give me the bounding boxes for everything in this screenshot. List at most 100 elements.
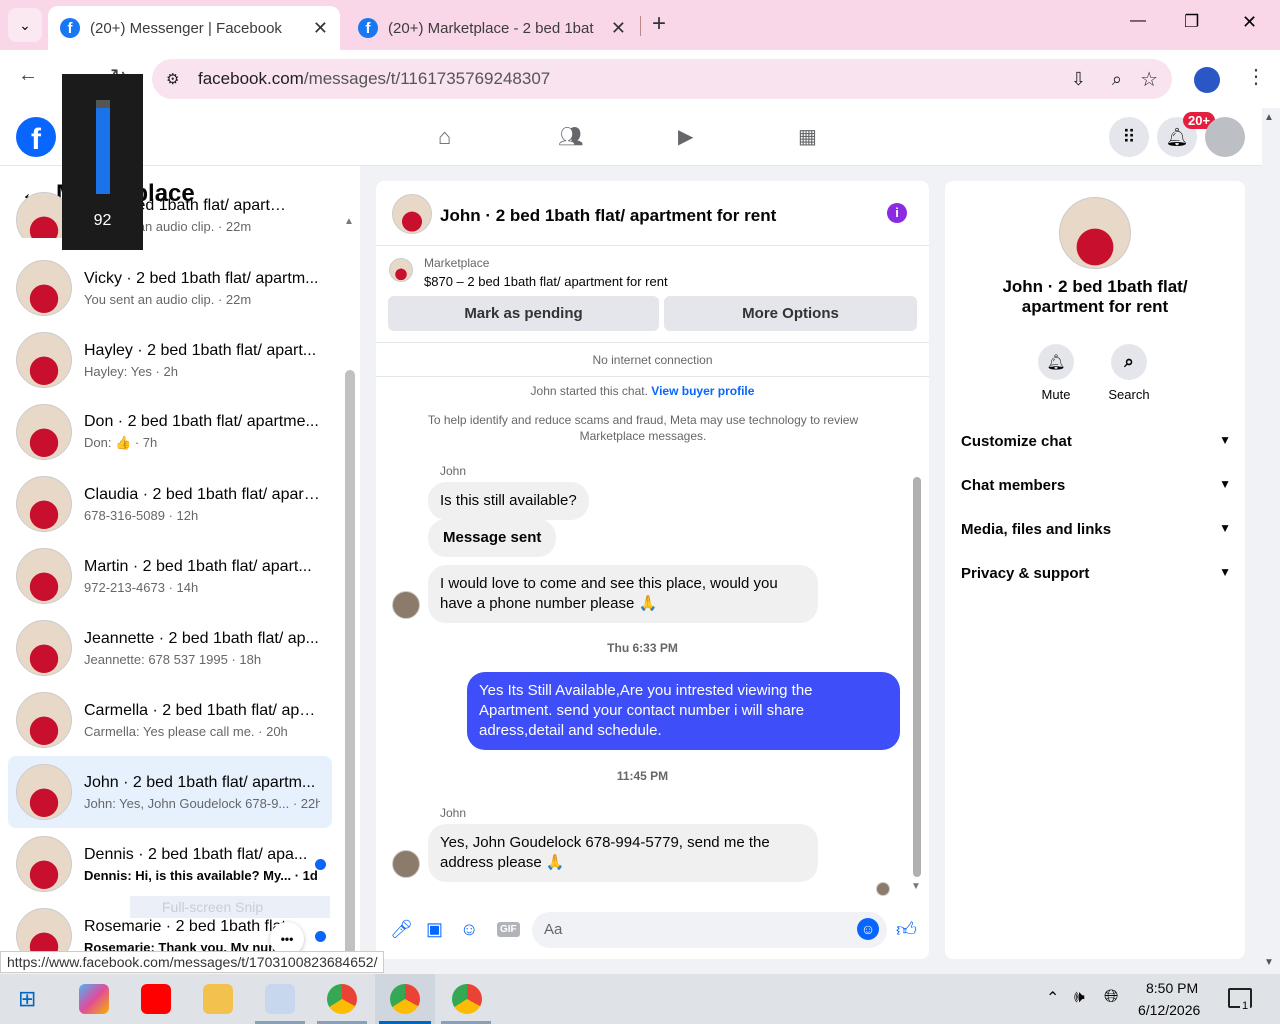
install-app-icon[interactable]: ⇩: [1071, 69, 1086, 90]
mark-pending-button[interactable]: Mark as pending: [388, 296, 659, 331]
tab-messenger[interactable]: f (20+) Messenger | Facebook ✕: [48, 6, 340, 50]
chat-preview: 678-316-5089 · 12h: [84, 507, 199, 523]
avatar: [16, 620, 72, 676]
menu-grid-button[interactable]: ⠿: [1109, 117, 1149, 157]
scroll-up-arrow-icon[interactable]: ▲: [344, 216, 354, 227]
minimize-button[interactable]: —: [1130, 12, 1146, 30]
chat-name: John · 2 bed 1bath flat/ apartm...: [84, 773, 316, 791]
address-bar[interactable]: ⚙ facebook.com/messages/t/11617357692483…: [152, 59, 1172, 99]
page-scrollbar-down[interactable]: ▼: [1264, 957, 1274, 968]
chat-row[interactable]: Martin · 2 bed 1bath flat/ apart... 972-2…: [8, 540, 332, 612]
search-button[interactable]: ⌕: [1111, 344, 1147, 380]
marketplace-icon[interactable]: ▦: [798, 124, 817, 149]
listing-label: Marketplace: [424, 256, 490, 270]
read-receipt-avatar: [876, 882, 890, 896]
photo-icon[interactable]: ▣: [426, 919, 443, 940]
new-tab-button[interactable]: +: [652, 10, 666, 38]
message-input[interactable]: Aa ☺: [532, 912, 887, 948]
tab-search-button[interactable]: ⌄: [8, 8, 42, 42]
section-label: Customize chat: [961, 433, 1072, 450]
chat-name: Vicky · 2 bed 1bath flat/ apartm...: [84, 269, 319, 287]
chat-name: Dennis · 2 bed 1bath flat/ apa...: [84, 845, 308, 863]
volume-track: [96, 100, 110, 194]
facebook-logo-icon[interactable]: f: [16, 117, 56, 157]
bookmark-star-icon[interactable]: ☆: [1140, 67, 1158, 92]
more-options-button[interactable]: More Options: [664, 296, 917, 331]
window-close-button[interactable]: ✕: [1242, 12, 1257, 33]
chat-row[interactable]: Don · 2 bed 1bath flat/ apartme... Don: 👍…: [8, 396, 332, 468]
chrome-icon[interactable]: [452, 984, 482, 1014]
tab-title: (20+) Messenger | Facebook: [90, 19, 282, 37]
profile-extension-icon[interactable]: [1194, 67, 1220, 93]
gif-icon[interactable]: GIF: [497, 922, 520, 937]
message-bubble[interactable]: Is this still available?: [428, 482, 589, 520]
chat-row[interactable]: Vicky · 2 bed 1bath flat/ apartm... You s…: [8, 252, 332, 324]
site-settings-icon[interactable]: ⚙: [166, 70, 179, 88]
avatar: [16, 548, 72, 604]
scrollbar-track[interactable]: ▲: [343, 214, 357, 956]
details-section[interactable]: Chat members ▼: [961, 477, 1231, 494]
speaker-icon[interactable]: 🕪︎: [1074, 987, 1085, 1007]
account-avatar[interactable]: [1205, 117, 1245, 157]
profile-name: John · 2 bed 1bath flat/ apartment for r…: [1002, 277, 1188, 316]
scrollbar-thumb[interactable]: [345, 370, 355, 956]
chat-row[interactable]: Dennis · 2 bed 1bath flat/ apa... Dennis:…: [8, 828, 332, 900]
unread-dot: [315, 859, 326, 870]
details-section[interactable]: Customize chat ▼: [961, 433, 1231, 450]
back-arrow-icon[interactable]: ←: [18, 64, 38, 87]
section-label: Chat members: [961, 477, 1066, 494]
divider: [376, 376, 929, 377]
paint-icon[interactable]: [265, 984, 295, 1014]
chevron-down-icon: ▼: [1219, 433, 1231, 447]
sticker-icon[interactable]: ☺: [460, 919, 478, 940]
facebook-header: f ⌂ 👥︎ ▶ ▦ ⠿ 🔔︎ 20+: [0, 108, 1262, 166]
mute-button[interactable]: 🔔︎: [1038, 344, 1074, 380]
avatar: [16, 476, 72, 532]
chat-row[interactable]: Claudia · 2 bed 1bath flat/ apart... 678-…: [8, 468, 332, 540]
chat-row[interactable]: Jeannette · 2 bed 1bath flat/ ap... Jeann…: [8, 612, 332, 684]
info-icon[interactable]: i: [887, 203, 907, 223]
tab-marketplace[interactable]: f (20+) Marketplace - 2 bed 1bat ✕: [346, 6, 638, 50]
chrome-icon[interactable]: [327, 984, 357, 1014]
chat-row[interactable]: John · 2 bed 1bath flat/ apartm... John: …: [8, 756, 332, 828]
message-bubble[interactable]: Yes, John Goudelock 678-994-5779, send m…: [428, 824, 818, 882]
youtube-icon[interactable]: [141, 984, 171, 1014]
message-scrollbar-thumb[interactable]: [913, 477, 921, 877]
thumbs-up-icon[interactable]: 👍︎: [896, 918, 917, 942]
chrome-icon[interactable]: [390, 984, 420, 1014]
input-placeholder: Aa: [544, 921, 563, 938]
clock-date[interactable]: 6/12/2026: [1138, 1002, 1200, 1018]
windows-start-icon[interactable]: ⊞: [18, 986, 36, 1012]
chat-name: Don · 2 bed 1bath flat/ apartme...: [84, 413, 319, 430]
video-icon[interactable]: ▶: [678, 124, 693, 149]
microphone-icon[interactable]: 🎤︎: [390, 919, 413, 940]
details-section[interactable]: Privacy & support ▼: [961, 565, 1231, 582]
chevron-down-icon: ⌄: [19, 16, 31, 33]
clock-time[interactable]: 8:50 PM: [1146, 980, 1198, 996]
details-section[interactable]: Media, files and links ▼: [961, 521, 1231, 538]
scroll-down-arrow-icon[interactable]: ▼: [911, 881, 921, 892]
chevron-up-icon[interactable]: ⌃: [1046, 988, 1059, 1008]
home-icon[interactable]: ⌂: [438, 124, 451, 150]
emoji-icon[interactable]: ☺: [857, 918, 879, 940]
avatar: [16, 692, 72, 748]
message-bubble[interactable]: Message sent: [428, 519, 557, 557]
sent-message-bubble[interactable]: Yes Its Still Available,Are you intreste…: [467, 672, 900, 750]
chat-row[interactable]: … · 2 bed 1bath flat/ apart… You sent an …: [8, 192, 332, 238]
file-explorer-icon[interactable]: [203, 984, 233, 1014]
page-scrollbar-up[interactable]: ▲: [1264, 112, 1274, 123]
view-buyer-link[interactable]: View buyer profile: [651, 384, 754, 398]
message-bubble[interactable]: I would love to come and see this place,…: [428, 565, 818, 623]
friends-icon[interactable]: 👥︎: [558, 124, 583, 149]
copilot-icon[interactable]: [79, 984, 109, 1014]
close-tab-icon[interactable]: ✕: [313, 18, 328, 39]
globe-icon[interactable]: 🌐︎: [1104, 986, 1118, 1007]
section-label: Privacy & support: [961, 565, 1090, 582]
maximize-button[interactable]: ❐: [1184, 12, 1199, 32]
zoom-icon[interactable]: ⌕: [1112, 69, 1122, 90]
listing-description[interactable]: $870 – 2 bed 1bath flat/ apartment for r…: [424, 274, 668, 289]
close-tab-icon[interactable]: ✕: [611, 18, 626, 39]
chat-row[interactable]: Hayley · 2 bed 1bath flat/ apart... Hayle…: [8, 324, 332, 396]
chat-row[interactable]: Carmella · 2 bed 1bath flat/ apa... Carme…: [8, 684, 332, 756]
browser-menu-icon[interactable]: ⋮: [1246, 64, 1266, 89]
